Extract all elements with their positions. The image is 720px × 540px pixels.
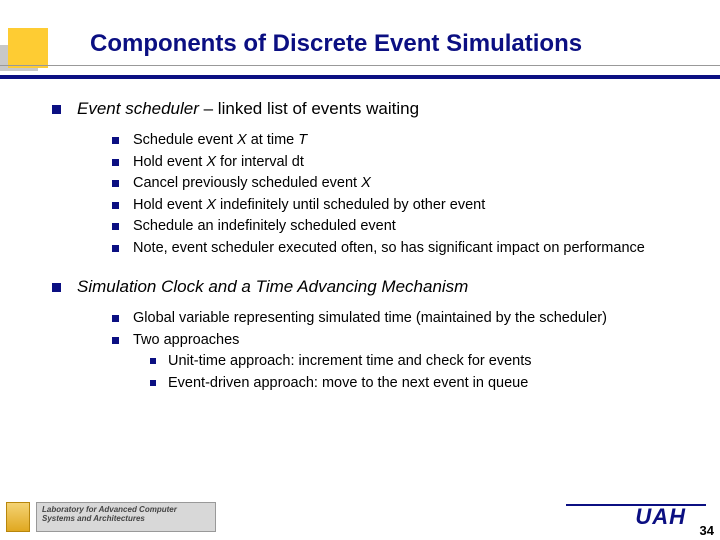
bullet-level2: Cancel previously scheduled event X [112, 174, 700, 194]
bullet-square-icon [112, 337, 119, 344]
lab-line2: Systems and Architectures [42, 514, 145, 523]
bullet-level2: Schedule an indefinitely scheduled event [112, 217, 700, 237]
bullet-square-icon [112, 202, 119, 209]
uah-logo: UAH [635, 504, 686, 530]
bullet-level1: Event scheduler – linked list of events … [52, 98, 700, 121]
sub-bullet-text: Note, event scheduler executed often, so… [133, 239, 645, 259]
sub-bullet-text: Hold event X indefinitely until schedule… [133, 196, 485, 216]
bullet-square-icon [112, 223, 119, 230]
subsub-bullet-text: Event-driven approach: move to the next … [168, 374, 528, 394]
bullet-level1: Simulation Clock and a Time Advancing Me… [52, 276, 700, 299]
bullet-square-icon [150, 358, 156, 364]
page-number: 34 [700, 523, 714, 538]
subsub-list: Unit-time approach: increment time and c… [150, 352, 700, 393]
sub-bullet-text: Two approaches [133, 331, 239, 351]
bullet-square-icon [112, 245, 119, 252]
bullet-square-icon [112, 137, 119, 144]
slide-content: Event scheduler – linked list of events … [52, 98, 700, 412]
sub-bullet-text: Schedule event X at time T [133, 131, 307, 151]
bullet-level3: Unit-time approach: increment time and c… [150, 352, 700, 372]
bullet-square-icon [112, 159, 119, 166]
header-thick-line [0, 75, 720, 79]
sub-bullet-text: Hold event X for interval dt [133, 153, 304, 173]
lab-logo-icon [6, 502, 30, 532]
sub-list: Global variable representing simulated t… [112, 309, 700, 393]
bullet-level2: Hold event X for interval dt [112, 153, 700, 173]
lab-name-box: Laboratory for Advanced Computer Systems… [36, 502, 216, 532]
bullet-text: Simulation Clock and a Time Advancing Me… [77, 276, 468, 299]
bullet-level2: Note, event scheduler executed often, so… [112, 239, 700, 259]
sub-bullet-text: Schedule an indefinitely scheduled event [133, 217, 396, 237]
sub-bullet-text: Cancel previously scheduled event X [133, 174, 371, 194]
bullet-square-icon [52, 283, 61, 292]
bullet-text: Event scheduler – linked list of events … [77, 98, 419, 121]
bullet-level3: Event-driven approach: move to the next … [150, 374, 700, 394]
lab-line1: Laboratory for Advanced Computer [42, 505, 177, 514]
sub-bullet-text: Global variable representing simulated t… [133, 309, 607, 329]
header-decor-yellow [8, 28, 48, 68]
slide-title: Components of Discrete Event Simulations [90, 30, 582, 58]
subsub-bullet-text: Unit-time approach: increment time and c… [168, 352, 531, 372]
bullet-level2: Global variable representing simulated t… [112, 309, 700, 329]
bullet-level2: Schedule event X at time T [112, 131, 700, 151]
bullet-level2: Hold event X indefinitely until schedule… [112, 196, 700, 216]
bullet-level2: Two approaches [112, 331, 700, 351]
bullet-square-icon [150, 380, 156, 386]
bullet-rest: – linked list of events waiting [199, 99, 419, 118]
bullet-square-icon [52, 105, 61, 114]
header-thin-line [0, 65, 720, 66]
bullet-lead: Event scheduler [77, 99, 199, 118]
slide-footer: Laboratory for Advanced Computer Systems… [0, 492, 720, 540]
slide-header: Components of Discrete Event Simulations [0, 0, 720, 85]
bullet-square-icon [112, 315, 119, 322]
bullet-square-icon [112, 180, 119, 187]
sub-list: Schedule event X at time T Hold event X … [112, 131, 700, 258]
bullet-lead: Simulation Clock and a Time Advancing Me… [77, 277, 468, 296]
